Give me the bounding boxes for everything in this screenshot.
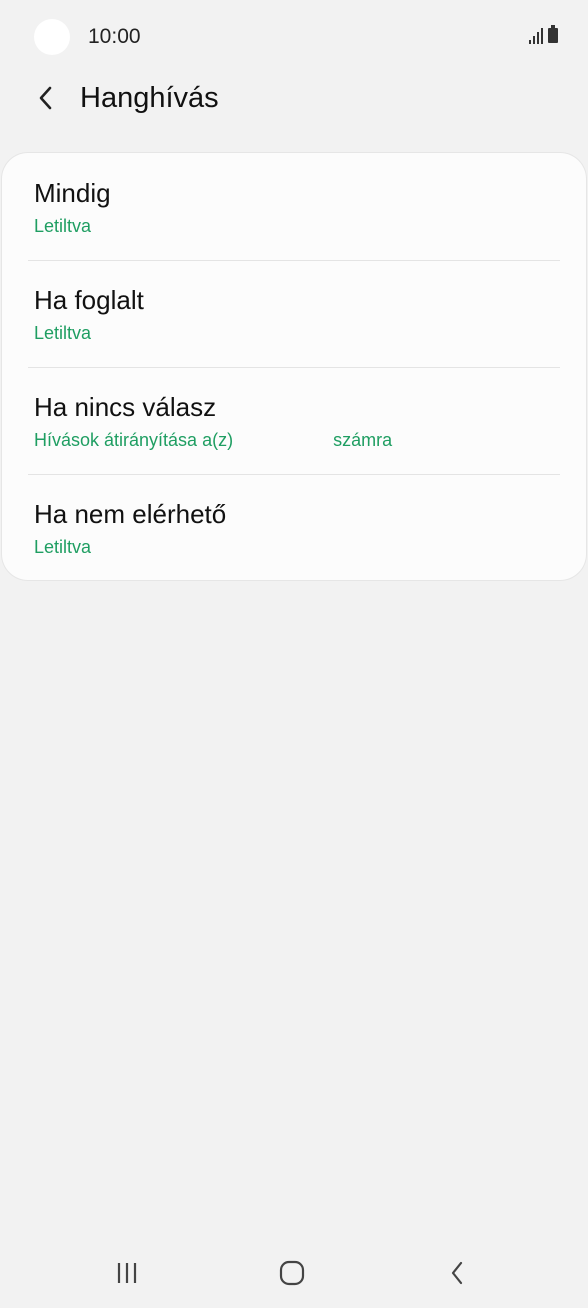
item-title: Ha foglalt [34,285,144,315]
phone-screen: 10:00 Hanghívás Mindig Letiltva Ha fogla… [0,0,588,1308]
home-icon [279,1260,305,1286]
chevron-left-icon [39,86,52,110]
item-subtitle: Hívások átirányítása a(z) számra [34,429,392,451]
status-icons [529,25,558,44]
recent-apps-button[interactable] [97,1250,157,1296]
home-button[interactable] [262,1250,322,1296]
item-subtitle-part2: számra [333,430,393,450]
app-header: Hanghívás [0,76,588,120]
item-title: Ha nincs válasz [34,392,217,422]
list-item-always[interactable]: Mindig Letiltva [2,153,586,259]
system-back-button[interactable] [427,1250,487,1296]
status-bar: 10:00 [0,0,588,76]
page-title: Hanghívás [80,82,219,114]
list-item-no-answer[interactable]: Ha nincs válasz Hívások átirányítása a(z… [2,367,586,473]
list-item-unreachable[interactable]: Ha nem elérhető Letiltva [2,474,586,580]
back-icon [451,1261,463,1285]
call-forwarding-list: Mindig Letiltva Ha foglalt Letiltva Ha n… [2,153,586,580]
item-subtitle: Letiltva [34,323,92,343]
item-subtitle: Letiltva [34,537,92,557]
item-subtitle: Letiltva [34,216,92,236]
signal-icon [529,28,543,44]
item-title: Ha nem elérhető [34,499,227,529]
item-subtitle-part1: Hívások átirányítása a(z) [34,430,234,450]
list-item-busy[interactable]: Ha foglalt Letiltva [2,260,586,366]
battery-icon [548,25,558,43]
back-button[interactable] [28,80,64,116]
status-time: 10:00 [88,25,141,48]
recent-apps-icon [117,1263,137,1283]
camera-cutout [34,19,70,55]
item-title: Mindig [34,178,111,208]
navigation-bar [0,1240,588,1308]
